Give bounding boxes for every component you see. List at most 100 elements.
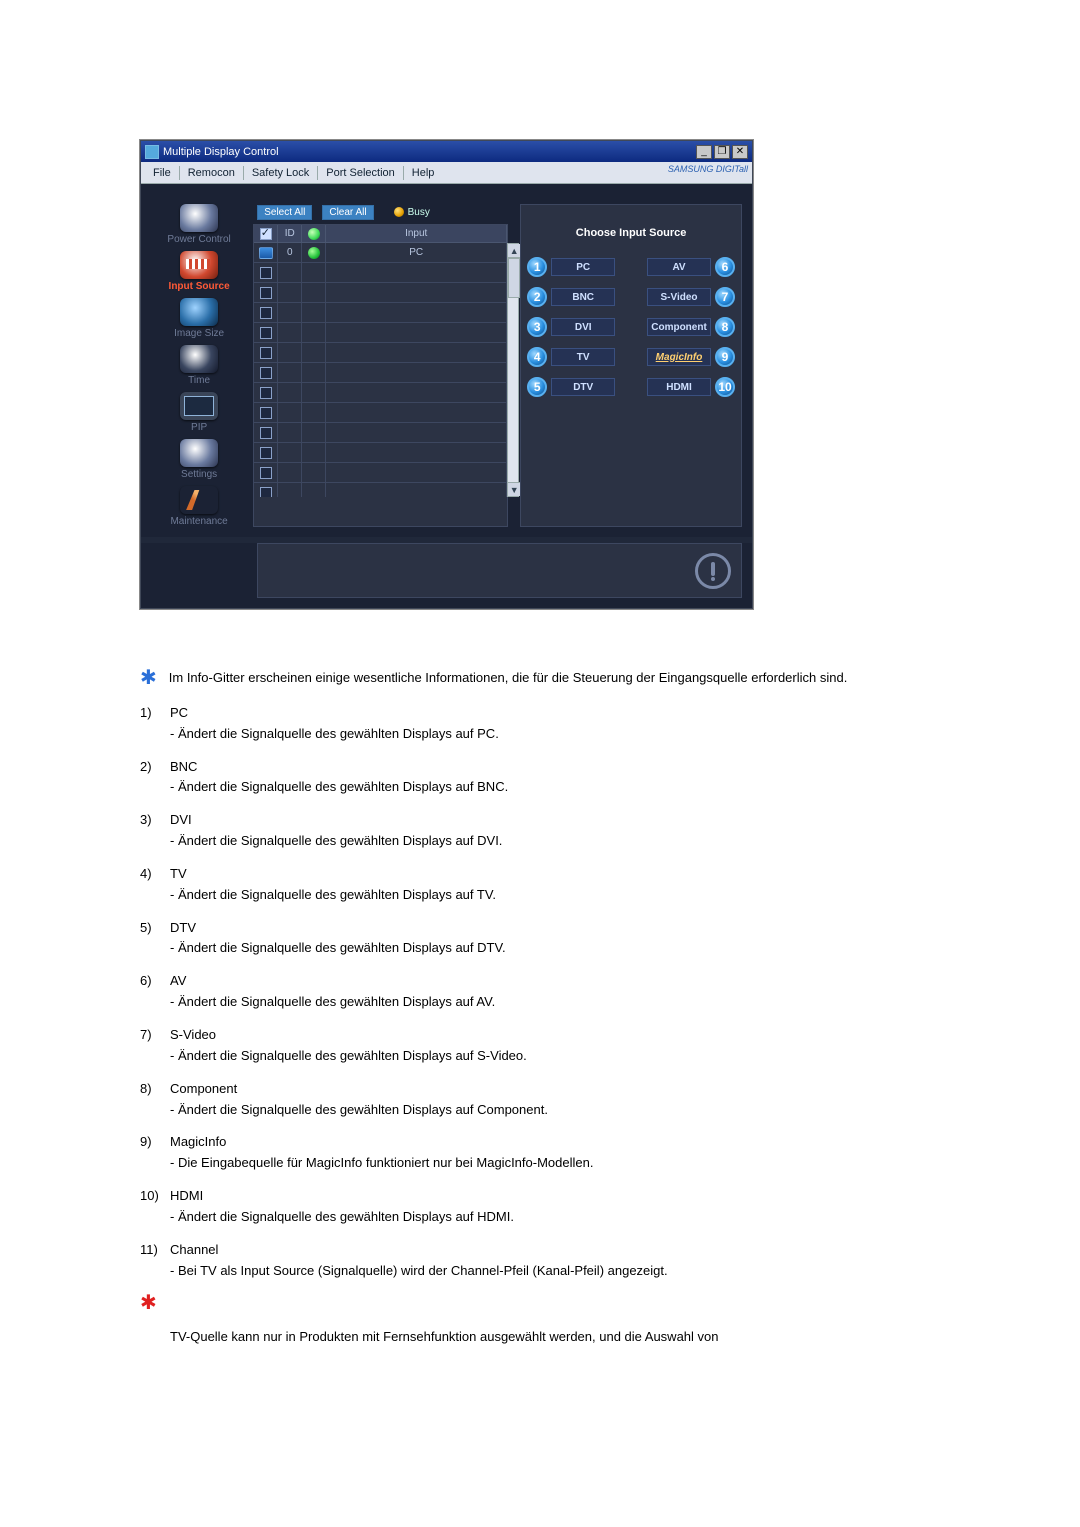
list-number: 6) — [140, 972, 170, 1012]
list-item: 7)S-Video- Ändert die Signalquelle des g… — [140, 1026, 940, 1066]
doc-list: 1)PC- Ändert die Signalquelle des gewähl… — [140, 704, 940, 1281]
document-body: ✱ Im Info-Gitter erscheinen einige wesen… — [140, 669, 940, 1347]
list-number: 1) — [140, 704, 170, 744]
table-row[interactable] — [254, 423, 507, 443]
row-checkbox[interactable] — [260, 487, 272, 498]
table-row[interactable] — [254, 343, 507, 363]
sidebar-item-time[interactable]: Time — [159, 345, 239, 386]
list-number: 3) — [140, 811, 170, 851]
list-title: MagicInfo — [170, 1133, 593, 1152]
menu-remocon[interactable]: Remocon — [180, 167, 243, 179]
scroll-up-button[interactable]: ▲ — [508, 244, 520, 258]
list-desc: - Die Eingabequelle für MagicInfo funkti… — [170, 1154, 593, 1173]
status-icon — [308, 228, 320, 240]
row-checkbox[interactable] — [260, 387, 272, 399]
list-desc: - Ändert die Signalquelle des gewählten … — [170, 939, 506, 958]
select-all-button[interactable]: Select All — [257, 205, 312, 220]
list-item: 2)BNC- Ändert die Signalquelle des gewäh… — [140, 758, 940, 798]
callout-5: 5 — [527, 377, 547, 397]
row-checkbox[interactable] — [260, 287, 272, 299]
scroll-thumb[interactable] — [508, 258, 520, 298]
sidebar-item-pip[interactable]: PIP — [159, 392, 239, 433]
table-row[interactable] — [254, 263, 507, 283]
busy-icon — [394, 207, 404, 217]
menu-safety-lock[interactable]: Safety Lock — [244, 167, 317, 179]
table-row[interactable] — [254, 403, 507, 423]
source-component-button[interactable]: Component — [647, 318, 711, 336]
source-svideo-button[interactable]: S-Video — [647, 288, 711, 306]
table-row[interactable] — [254, 463, 507, 483]
sidebar-label-input: Input Source — [159, 281, 239, 292]
menu-help[interactable]: Help — [404, 167, 443, 179]
clear-all-button[interactable]: Clear All — [322, 205, 373, 220]
source-dtv-button[interactable]: DTV — [551, 378, 615, 396]
row-select-icon[interactable] — [259, 247, 273, 259]
table-row[interactable] — [254, 283, 507, 303]
source-bnc-button[interactable]: BNC — [551, 288, 615, 306]
source-pc-button[interactable]: PC — [551, 258, 615, 276]
sidebar-label-image: Image Size — [159, 328, 239, 339]
list-item: 10)HDMI- Ändert die Signalquelle des gew… — [140, 1187, 940, 1227]
source-magicinfo-button[interactable]: MagicInfo — [647, 348, 711, 366]
table-row[interactable] — [254, 363, 507, 383]
minimize-button[interactable]: _ — [696, 145, 712, 159]
list-title: Component — [170, 1080, 548, 1099]
row-checkbox[interactable] — [260, 427, 272, 439]
row-checkbox[interactable] — [260, 307, 272, 319]
star-red-icon: ✱ — [140, 1294, 157, 1312]
app-window: Multiple Display Control _ ❐ ✕ File Remo… — [140, 140, 753, 609]
sidebar-item-input-source[interactable]: Input Source — [159, 251, 239, 292]
row-input: PC — [326, 243, 507, 262]
row-checkbox[interactable] — [260, 407, 272, 419]
restore-button[interactable]: ❐ — [714, 145, 730, 159]
row-status-icon — [308, 247, 320, 259]
list-number: 10) — [140, 1187, 170, 1227]
source-dvi-button[interactable]: DVI — [551, 318, 615, 336]
table-row[interactable]: 0 PC — [254, 243, 507, 263]
list-desc: - Ändert die Signalquelle des gewählten … — [170, 725, 499, 744]
list-title: DVI — [170, 811, 502, 830]
star-icon: ✱ — [140, 669, 157, 688]
brand-label: SAMSUNG DIGITall — [668, 164, 748, 174]
maintenance-icon — [180, 486, 218, 514]
list-title: AV — [170, 972, 495, 991]
scrollbar[interactable]: ▲ ▼ — [507, 243, 519, 497]
row-id: 0 — [278, 243, 302, 262]
list-item: 5)DTV- Ändert die Signalquelle des gewäh… — [140, 919, 940, 959]
close-button[interactable]: ✕ — [732, 145, 748, 159]
row-checkbox[interactable] — [260, 467, 272, 479]
sidebar-label-power: Power Control — [159, 234, 239, 245]
col-input: Input — [326, 225, 507, 242]
sidebar-item-power[interactable]: Power Control — [159, 204, 239, 245]
source-av-button[interactable]: AV — [647, 258, 711, 276]
list-desc: - Ändert die Signalquelle des gewählten … — [170, 886, 496, 905]
busy-label: Busy — [408, 207, 430, 218]
menu-port-selection[interactable]: Port Selection — [318, 167, 402, 179]
scroll-down-button[interactable]: ▼ — [508, 482, 520, 496]
table-row[interactable] — [254, 383, 507, 403]
list-title: TV — [170, 865, 496, 884]
table-row[interactable] — [254, 483, 507, 497]
pip-icon — [180, 392, 218, 420]
table-row[interactable] — [254, 303, 507, 323]
list-number: 2) — [140, 758, 170, 798]
row-checkbox[interactable] — [260, 347, 272, 359]
callout-1: 1 — [527, 257, 547, 277]
row-checkbox[interactable] — [260, 327, 272, 339]
sidebar-item-image-size[interactable]: Image Size — [159, 298, 239, 339]
row-checkbox[interactable] — [260, 267, 272, 279]
list-item: 4)TV- Ändert die Signalquelle des gewähl… — [140, 865, 940, 905]
list-title: DTV — [170, 919, 506, 938]
header-checkbox[interactable] — [260, 228, 272, 240]
source-hdmi-button[interactable]: HDMI — [647, 378, 711, 396]
row-checkbox[interactable] — [260, 367, 272, 379]
sidebar-item-maintenance[interactable]: Maintenance — [159, 486, 239, 527]
row-checkbox[interactable] — [260, 447, 272, 459]
list-desc: - Ändert die Signalquelle des gewählten … — [170, 1101, 548, 1120]
sidebar-item-settings[interactable]: Settings — [159, 439, 239, 480]
table-row[interactable] — [254, 323, 507, 343]
table-row[interactable] — [254, 443, 507, 463]
sidebar-label-pip: PIP — [159, 422, 239, 433]
menu-file[interactable]: File — [145, 167, 179, 179]
source-tv-button[interactable]: TV — [551, 348, 615, 366]
